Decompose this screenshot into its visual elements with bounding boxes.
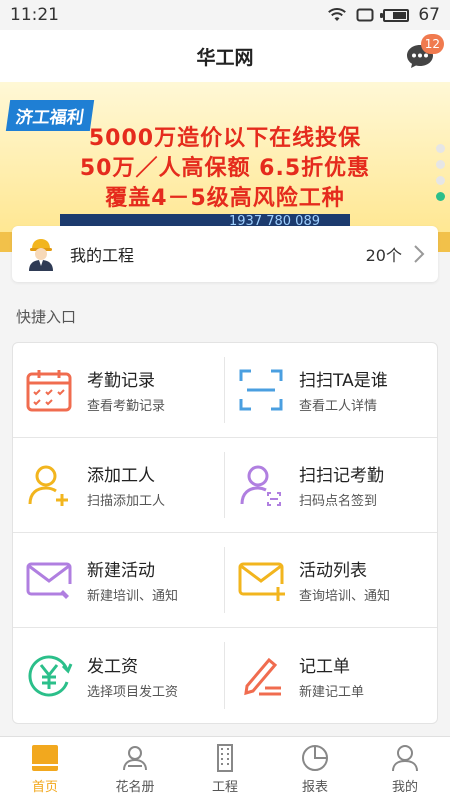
tab-project[interactable]: 工程 xyxy=(180,737,270,800)
quick-item-subtitle: 扫描添加工人 xyxy=(87,494,166,509)
quick-item-title: 记工单 xyxy=(299,656,350,677)
quick-item-subtitle: 查询培训、通知 xyxy=(299,589,391,604)
battery-percent: 67 xyxy=(418,5,440,25)
app-title: 华工网 xyxy=(196,46,254,69)
quick-item-add-worker[interactable]: 添加工人 扫描添加工人 xyxy=(13,438,225,533)
quick-item-scan-attendance[interactable]: 扫扫记考勤 扫码点名签到 xyxy=(225,438,437,533)
chevron-right-icon xyxy=(414,245,425,263)
tab-home[interactable]: 首页 xyxy=(0,737,90,800)
quick-item-title: 扫扫TA是谁 xyxy=(299,371,388,391)
battery-fill xyxy=(393,11,407,19)
quick-item-title: 发工资 xyxy=(87,656,138,677)
screen-rotate-icon xyxy=(356,8,374,22)
quick-item-subtitle: 选择项目发工资 xyxy=(87,684,179,700)
scan-frame-icon xyxy=(239,369,283,411)
quick-item-text: 扫扫记考勤 扫码点名签到 xyxy=(299,461,384,509)
status-bar: 11:21 67 xyxy=(0,0,450,30)
my-project-label: 我的工程 xyxy=(70,246,135,265)
quick-item-text: 发工资 选择项目发工资 xyxy=(87,652,178,700)
quick-item-subtitle: 查看工人详情 xyxy=(299,399,378,414)
quick-item-title: 活动列表 xyxy=(299,561,367,581)
quick-item-title: 扫扫记考勤 xyxy=(299,466,384,486)
message-button[interactable]: 12 xyxy=(404,34,444,72)
quick-item-text: 记工单 新建记工单 xyxy=(299,652,364,700)
app-header: 华工网 12 xyxy=(0,30,450,82)
quick-item-pay-wages[interactable]: 发工资 选择项目发工资 xyxy=(13,628,225,723)
building-icon xyxy=(217,743,233,772)
quick-item-text: 扫扫TA是谁 查看工人详情 xyxy=(299,366,388,414)
profile-icon xyxy=(392,744,418,771)
tab-mine[interactable]: 我的 xyxy=(360,737,450,800)
quick-item-title: 新建活动 xyxy=(87,561,155,581)
quick-item-work-order[interactable]: 记工单 新建记工单 xyxy=(225,628,437,723)
add-user-icon xyxy=(28,465,68,506)
tab-reports[interactable]: 报表 xyxy=(270,737,360,800)
quick-item-subtitle: 新建记工单 xyxy=(299,684,365,700)
banner-headline-1: 5000万造价以下在线投保 xyxy=(88,126,362,151)
quick-item-title: 添加工人 xyxy=(87,466,155,486)
my-project-row[interactable]: 我的工程 20个 xyxy=(12,226,438,282)
tab-label: 工程 xyxy=(211,779,238,795)
banner-pager xyxy=(436,144,445,201)
tab-roster[interactable]: 花名册 xyxy=(90,737,180,800)
banner-pager-dot[interactable] xyxy=(436,176,445,185)
bottom-tab-bar: 首页 花名册 工程 报表 我的 xyxy=(0,736,450,800)
tab-label: 我的 xyxy=(391,779,418,795)
banner-pager-dot[interactable] xyxy=(436,144,445,153)
home-icon xyxy=(32,744,58,771)
wifi-icon xyxy=(328,8,347,21)
banner-headline-3: 覆盖4－5级高风险工种 xyxy=(105,186,345,211)
tab-label: 报表 xyxy=(301,779,328,795)
quick-item-text: 新建活动 新建培训、通知 xyxy=(87,556,178,604)
status-icons: 67 xyxy=(327,5,440,25)
quick-entry-title: 快捷入口 xyxy=(16,308,77,326)
status-time: 11:21 xyxy=(10,5,59,25)
roster-icon xyxy=(123,745,147,770)
mail-edit-icon xyxy=(26,562,72,599)
quick-item-new-activity[interactable]: 新建活动 新建培训、通知 xyxy=(13,533,225,628)
banner-pager-dot[interactable] xyxy=(436,160,445,169)
worker-avatar-icon xyxy=(29,239,53,271)
quick-item-text: 考勤记录 查看考勤记录 xyxy=(87,366,165,414)
quick-item-attendance-records[interactable]: 考勤记录 查看考勤记录 xyxy=(13,343,225,438)
my-project-count: 20个 xyxy=(365,246,402,265)
quick-item-subtitle: 扫码点名签到 xyxy=(299,494,378,509)
quick-item-text: 活动列表 查询培训、通知 xyxy=(299,556,390,604)
tab-label: 首页 xyxy=(31,779,58,795)
banner-headline-2: 50万／人高保额 6.5折优惠 xyxy=(79,156,371,181)
yuan-icon xyxy=(28,655,73,696)
message-badge: 12 xyxy=(420,34,444,54)
pie-chart-icon xyxy=(302,744,328,771)
tab-label: 花名册 xyxy=(115,779,155,795)
banner-pager-dot[interactable] xyxy=(436,192,445,201)
calendar-icon xyxy=(26,370,72,412)
quick-item-scan-who[interactable]: 扫扫TA是谁 查看工人详情 xyxy=(225,343,437,438)
quick-entry-grid: 考勤记录 查看考勤记录 扫扫TA是谁 查看工人详情 添加工人 扫描添加工人 扫扫… xyxy=(12,342,438,724)
quick-item-text: 添加工人 扫描添加工人 xyxy=(87,461,165,509)
quick-item-activity-list[interactable]: 活动列表 查询培训、通知 xyxy=(225,533,437,628)
mail-add-icon xyxy=(238,562,285,601)
quick-item-subtitle: 查看考勤记录 xyxy=(87,399,166,414)
battery-icon xyxy=(380,8,410,22)
scan-user-icon xyxy=(240,465,281,506)
pen-icon xyxy=(244,657,281,695)
quick-item-title: 考勤记录 xyxy=(87,371,155,391)
quick-item-subtitle: 新建培训、通知 xyxy=(87,589,179,604)
